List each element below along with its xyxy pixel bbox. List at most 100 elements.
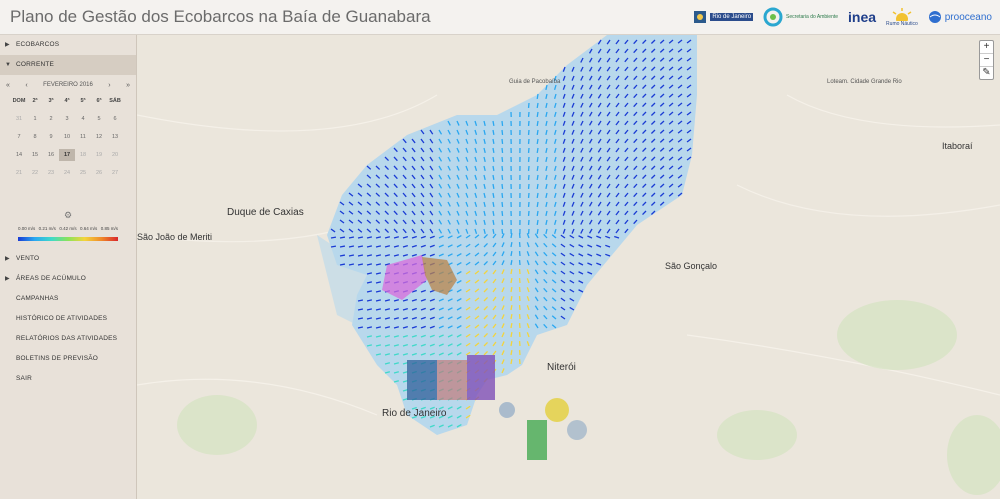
current-vector	[492, 174, 495, 181]
calendar-grid: DOM 2ª 3ª 4ª 5ª 6ª SÁB 31 1 2 3 4 5 6 7 8 9 10 11 12 13 14 15 1…	[11, 95, 130, 179]
menu-item[interactable]: HISTÓRICO DE ATIVIDADES	[0, 309, 136, 329]
menu-item[interactable]: CAMPANHAS	[0, 289, 136, 309]
calendar-day[interactable]: 17	[59, 149, 75, 161]
current-vector	[492, 138, 495, 145]
weekday-header: 4ª	[64, 98, 70, 104]
calendar-day[interactable]: 5	[91, 113, 107, 125]
current-vector	[510, 358, 513, 365]
current-vector	[536, 129, 539, 136]
map-view[interactable]: Duque de Caxias São João de Meriti São Gon…	[137, 35, 1000, 499]
current-vector	[492, 120, 495, 127]
current-vector	[501, 147, 504, 154]
swirl-logo-icon	[763, 7, 783, 27]
menu-item[interactable]: ▶ ÁREAS DE ACÚMULO	[0, 269, 136, 289]
calendar-day[interactable]: 26	[91, 167, 107, 179]
current-vector	[536, 183, 539, 190]
current-vector	[536, 165, 539, 172]
weekday-header: DOM	[12, 98, 26, 104]
map-place-label: São Gonçalo	[665, 261, 718, 271]
legend-ticks: 0.00 m/s 0.21 m/s 0.42 m/s 0.64 m/s 0.85 m/s	[18, 226, 118, 231]
gear-icon[interactable]: ⚙	[64, 210, 72, 221]
calendar-day[interactable]: 18	[75, 149, 91, 161]
zoom-in-button[interactable]: +	[980, 41, 993, 54]
current-vector	[492, 192, 495, 199]
current-vector	[492, 201, 495, 208]
calendar-day[interactable]: 9	[43, 131, 59, 143]
calendar-month[interactable]: FEVEREIRO 2016	[43, 82, 93, 88]
calendar-day[interactable]: 16	[43, 149, 59, 161]
calendar-day[interactable]: 2	[43, 113, 59, 125]
map-canvas[interactable]	[137, 35, 1000, 499]
current-vector	[510, 268, 513, 275]
current-vector	[536, 228, 539, 235]
current-vector	[510, 259, 513, 266]
current-vector	[339, 245, 346, 248]
weekday-header: SÁB	[109, 98, 121, 104]
menu-item-label: BOLETINS DE PREVISÃO	[16, 355, 99, 362]
calendar-day[interactable]: 15	[27, 149, 43, 161]
current-vector	[501, 201, 504, 208]
menu-item[interactable]: RELATÓRIOS DAS ATIVIDADES	[0, 329, 136, 349]
menu-item[interactable]: SAIR	[0, 369, 136, 389]
calendar-day[interactable]: 13	[107, 131, 123, 143]
weekday-header: 2ª	[32, 98, 38, 104]
current-vector	[510, 340, 513, 347]
menu-item-label: VENTO	[16, 255, 40, 262]
next-year-button[interactable]: »	[126, 82, 130, 89]
legend-tick: 0.00 m/s	[18, 226, 36, 231]
map-place-label: Itaboraí	[942, 141, 973, 151]
current-vector	[536, 147, 539, 154]
sun-logo-icon	[892, 8, 912, 21]
calendar-day[interactable]: 21	[11, 167, 27, 179]
weekday-header: 3ª	[48, 98, 54, 104]
calendar-day[interactable]: 14	[11, 149, 27, 161]
current-vector	[330, 245, 337, 248]
legend-tick: 0.21 m/s	[38, 226, 56, 231]
prev-year-button[interactable]: «	[6, 82, 10, 89]
current-vector	[510, 277, 513, 284]
current-vector	[510, 241, 513, 248]
menu-ecobarcos[interactable]: ▶ ECOBARCOS	[0, 35, 136, 55]
calendar-day[interactable]: 20	[107, 149, 123, 161]
calendar-day[interactable]: 31	[11, 113, 27, 125]
calendar-day[interactable]: 23	[43, 167, 59, 179]
calendar-day[interactable]: 27	[107, 167, 123, 179]
calendar-day[interactable]: 10	[59, 131, 75, 143]
calendar-day[interactable]: 3	[59, 113, 75, 125]
calendar-day[interactable]: 22	[27, 167, 43, 179]
current-vector	[492, 147, 495, 154]
current-vector	[536, 174, 539, 181]
calendar-day[interactable]: 4	[75, 113, 91, 125]
calendar-nav: « ‹ FEVEREIRO 2016 › »	[6, 79, 130, 91]
calendar-day[interactable]: 19	[91, 149, 107, 161]
current-vector	[510, 313, 513, 320]
next-month-button[interactable]: ›	[108, 82, 110, 89]
calendar-day[interactable]: 12	[91, 131, 107, 143]
prev-month-button[interactable]: ‹	[25, 82, 27, 89]
calendar-day[interactable]: 11	[75, 131, 91, 143]
menu-corrente[interactable]: ▼ CORRENTE	[0, 55, 136, 75]
menu-item-label: RELATÓRIOS DAS ATIVIDADES	[16, 335, 118, 342]
calendar-day[interactable]: 24	[59, 167, 75, 179]
current-vector	[510, 331, 513, 338]
rumo-nautico-logo: Rumo Náutico	[886, 7, 918, 27]
current-vector	[501, 120, 504, 127]
map-place-label: Niterói	[547, 362, 576, 373]
calendar-day[interactable]: 6	[107, 113, 123, 125]
sidebar: ▶ ECOBARCOS ▼ CORRENTE « ‹ FEVEREIRO 201…	[0, 35, 137, 499]
current-vector	[492, 129, 495, 136]
calendar-day[interactable]: 1	[27, 113, 43, 125]
secretaria-logo: Secretaria do Ambiente	[763, 7, 838, 27]
current-vector	[492, 165, 495, 172]
calendar-day[interactable]: 8	[27, 131, 43, 143]
zoom-out-button[interactable]: −	[980, 54, 993, 67]
legend-colorbar	[18, 237, 118, 241]
calendar-day[interactable]: 25	[75, 167, 91, 179]
calendar-day[interactable]: 7	[11, 131, 27, 143]
menu-item[interactable]: ▶ VENTO	[0, 249, 136, 269]
menu-item[interactable]: BOLETINS DE PREVISÃO	[0, 349, 136, 369]
current-vector	[536, 93, 539, 100]
legend-tick: 0.42 m/s	[59, 226, 77, 231]
draw-tool-button[interactable]: ✎	[980, 67, 993, 79]
zoom-control: + − ✎	[979, 40, 994, 80]
